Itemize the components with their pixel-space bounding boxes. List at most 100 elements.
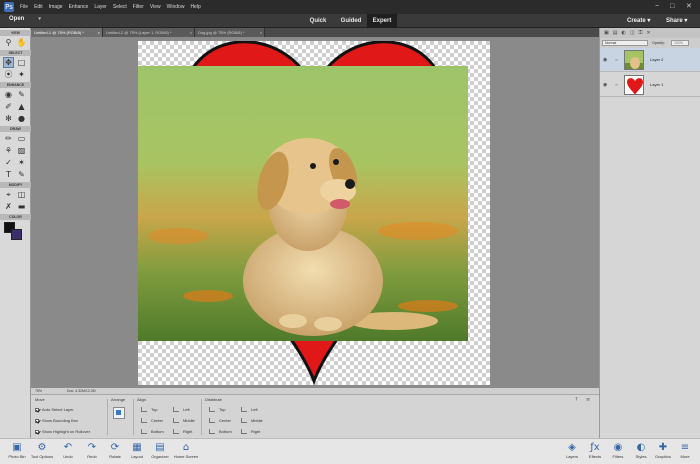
delete-layer-icon[interactable]: ✕ (646, 30, 650, 36)
marquee-icon[interactable]: □ (16, 57, 27, 68)
align-bottom-icon (141, 429, 147, 434)
tab-expert[interactable]: Expert (367, 14, 397, 28)
paint-bucket-icon[interactable]: ⚘ (3, 145, 14, 156)
menu-view[interactable]: View (150, 4, 161, 10)
menu-image[interactable]: Image (49, 4, 63, 10)
eye-icon[interactable]: ◉ (603, 57, 607, 63)
recompose-icon[interactable]: ◫ (16, 189, 27, 200)
content-aware-move-icon[interactable]: ✗ (3, 201, 14, 212)
menu-filter[interactable]: Filter (133, 4, 144, 10)
align-bottom-button[interactable]: Bottom (141, 429, 164, 434)
hand-icon[interactable]: ✋ (16, 37, 27, 48)
document-canvas[interactable] (138, 41, 490, 385)
lock-icon[interactable]: ⚿ (639, 30, 643, 36)
menu-select[interactable]: Select (113, 4, 127, 10)
distribute-middle-icon (241, 418, 247, 423)
eraser-icon[interactable]: ▭ (16, 133, 27, 144)
distribute-right-button[interactable]: Right (241, 429, 260, 434)
eye-icon[interactable]: ◉ (603, 82, 607, 88)
section-enhance: ENHANCE (0, 82, 31, 88)
distribute-middle-button[interactable]: Middle (241, 418, 263, 423)
auto-select-checkbox[interactable]: Auto Select Layer (35, 407, 74, 412)
link-icon[interactable]: ∞ (615, 57, 618, 62)
tab-quick[interactable]: Quick (303, 14, 333, 28)
layers-panel: ▣ ▤ ◐ ◫ ⚿ ✕ Normal Opacity: 100% ◉ ∞ Lay… (599, 28, 700, 438)
move-tool-icon[interactable]: ✥ (3, 57, 14, 68)
canvas-area (31, 37, 599, 388)
tab-guided[interactable]: Guided (336, 14, 366, 28)
show-bounding-checkbox[interactable]: Show Bounding Box (35, 418, 78, 423)
minimize-icon[interactable]: − (655, 2, 659, 12)
maximize-icon[interactable]: □ (670, 2, 674, 12)
doc-tab-untitled-2[interactable]: Untitled-2 @ 75% (Layer 1, RGB/8) * × (103, 28, 195, 37)
doc-tab-untitled-1[interactable]: Untitled-1 @ 75% (RGB/8) * × (31, 28, 103, 37)
distribute-top-button[interactable]: Top (209, 407, 225, 412)
heart-thumbnail-icon (627, 78, 643, 94)
new-group-icon[interactable]: ▤ (613, 30, 618, 36)
adjustment-layer-icon[interactable]: ◐ (621, 30, 625, 36)
close-tab-icon[interactable]: × (190, 28, 192, 37)
align-right-label: Right (183, 429, 193, 434)
section-select: SELECT (0, 50, 31, 56)
doc-tab-label: Dog.jpg @ 75% (RGB/8) * (198, 30, 245, 35)
align-center-button[interactable]: Center (141, 418, 163, 423)
smart-brush-icon[interactable]: ✐ (3, 101, 14, 112)
divider (107, 399, 108, 435)
background-color-swatch[interactable] (11, 229, 22, 240)
blend-row: Normal Opacity: 100% (600, 38, 700, 48)
menu-edit[interactable]: Edit (34, 4, 43, 10)
distribute-center-label: Center (219, 418, 232, 423)
home-screen-button[interactable]: ⌂ Home Screen (171, 441, 201, 463)
more-button[interactable]: ≡ More (670, 441, 700, 463)
align-top-button[interactable]: Top (141, 407, 157, 412)
menu-help[interactable]: Help (190, 4, 200, 10)
share-button[interactable]: Share ▾ (666, 14, 687, 28)
lasso-icon[interactable]: ⦿ (3, 69, 14, 80)
menu-enhance[interactable]: Enhance (69, 4, 89, 10)
bottom-bar: ▣ Photo Bin ⚙ Tool Options ↶ Undo ↷ Redo ⟳ Ro… (0, 438, 700, 464)
show-highlight-checkbox[interactable]: Show Highlight on Rollover (35, 429, 90, 434)
create-button[interactable]: Create ▾ (627, 14, 650, 28)
sponge-icon[interactable]: ● (16, 113, 27, 124)
options-menu-icon[interactable]: ≡ (586, 397, 590, 403)
distribute-center-button[interactable]: Center (209, 418, 231, 423)
distribute-left-button[interactable]: Left (241, 407, 258, 412)
menu-file[interactable]: File (20, 4, 28, 10)
close-tab-icon[interactable]: × (260, 28, 262, 37)
opacity-input[interactable]: 100% (671, 40, 689, 46)
open-button[interactable]: Open ▾ (9, 16, 41, 22)
custom-shape-icon[interactable]: ✶ (16, 157, 27, 168)
zoom-icon[interactable]: ⚲ (3, 37, 14, 48)
brush-icon[interactable]: ✏ (3, 133, 14, 144)
eyedropper-icon[interactable]: ✓ (3, 157, 14, 168)
close-tab-icon[interactable]: × (98, 28, 100, 37)
align-right-button[interactable]: Right (173, 429, 192, 434)
clone-stamp-icon[interactable]: ▲ (16, 101, 27, 112)
distribute-bottom-button[interactable]: Bottom (209, 429, 232, 434)
red-eye-icon[interactable]: ◉ (3, 89, 14, 100)
new-layer-icon[interactable]: ▣ (604, 30, 609, 36)
blend-mode-select[interactable]: Normal (602, 40, 648, 46)
layer-mask-icon[interactable]: ◫ (630, 30, 635, 36)
crop-icon[interactable]: ⌖ (3, 189, 14, 200)
menu-window[interactable]: Window (167, 4, 185, 10)
spot-healing-icon[interactable]: ✎ (16, 89, 27, 100)
straighten-icon[interactable]: ▬ (16, 201, 27, 212)
doc-tab-dog[interactable]: Dog.jpg @ 75% (RGB/8) * × (195, 28, 265, 37)
layer-row-layer-2[interactable]: ◉ ∞ Layer 2 (600, 48, 700, 72)
type-icon[interactable]: T (3, 169, 14, 180)
arrange-dropdown[interactable] (113, 407, 125, 419)
menu-layer[interactable]: Layer (94, 4, 107, 10)
blur-icon[interactable]: ✻ (3, 113, 14, 124)
home-icon: ⌂ (182, 442, 190, 453)
magic-wand-icon[interactable]: ✦ (16, 69, 27, 80)
align-middle-button[interactable]: Middle (173, 418, 195, 423)
layer-row-layer-1[interactable]: ◉ ∞ Layer 1 (600, 73, 700, 97)
checkbox-icon (35, 418, 39, 423)
link-icon[interactable]: ∞ (615, 82, 618, 87)
help-icon[interactable]: ? (575, 397, 578, 403)
pencil-icon[interactable]: ✎ (16, 169, 27, 180)
gradient-icon[interactable]: ▨ (16, 145, 27, 156)
close-icon[interactable]: ✕ (686, 2, 692, 12)
align-left-button[interactable]: Left (173, 407, 190, 412)
